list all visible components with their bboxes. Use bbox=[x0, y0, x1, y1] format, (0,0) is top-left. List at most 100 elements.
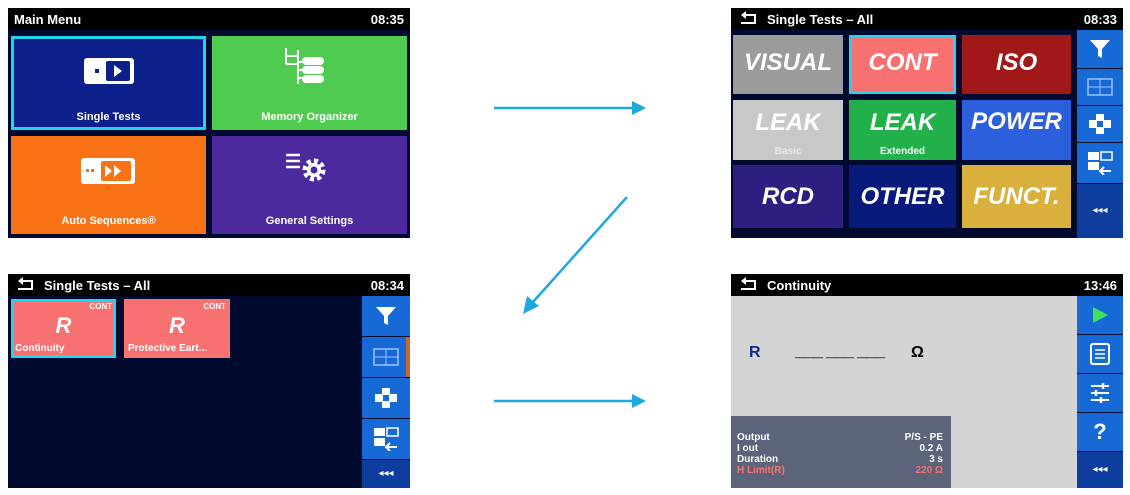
title-bar: Main Menu 08:35 bbox=[8, 8, 410, 30]
clock: 13:46 bbox=[1083, 278, 1117, 293]
tile-label: Memory Organizer bbox=[261, 111, 358, 123]
param-value: P/S - PE bbox=[904, 432, 943, 443]
test-group-iso[interactable]: ISO bbox=[962, 35, 1071, 94]
single-test-icon bbox=[84, 58, 134, 84]
navigate-button[interactable] bbox=[362, 378, 410, 419]
test-tag: CONT bbox=[89, 302, 112, 311]
result-value: ___ ___ ___ bbox=[795, 340, 885, 360]
clock: 08:34 bbox=[370, 278, 404, 293]
test-name: Protective Eart... bbox=[128, 343, 207, 354]
tile-label: Single Tests bbox=[76, 111, 141, 123]
settings-icon bbox=[286, 153, 326, 182]
parameters-panel[interactable]: Output P/S - PE I out 0.2 A Duration 3 s H … bbox=[731, 416, 951, 488]
tile-label: General Settings bbox=[265, 215, 354, 227]
swap-view-button[interactable] bbox=[1077, 143, 1123, 184]
tile-label: Auto Sequences® bbox=[61, 215, 156, 227]
tile-label: RCD bbox=[762, 183, 814, 210]
result-label: R bbox=[749, 344, 761, 361]
page-title: Main Menu bbox=[14, 12, 82, 27]
test-group-other[interactable]: OTHER bbox=[849, 165, 956, 228]
test-tag: CONT bbox=[203, 302, 226, 311]
title-bar: Single Tests – All 08:34 bbox=[8, 274, 410, 296]
tile-label: LEAK bbox=[755, 109, 821, 136]
sidebar: ? ◂◂◂ bbox=[1077, 296, 1123, 488]
clock: 08:33 bbox=[1083, 12, 1117, 27]
back-arrow-icon[interactable] bbox=[16, 276, 36, 292]
filter-button[interactable] bbox=[1077, 30, 1123, 69]
param-key: Duration bbox=[737, 454, 779, 465]
param-key: H Limit(R) bbox=[737, 465, 785, 476]
continuity-test-tile[interactable]: CONT R Continuity bbox=[11, 299, 116, 358]
tile-label: CONT bbox=[868, 49, 937, 76]
main-menu-screen: Main Menu 08:35 Single Tests Memory Orga… bbox=[8, 8, 410, 238]
param-iout: I out 0.2 A bbox=[737, 443, 943, 454]
grid-view-icon bbox=[1087, 78, 1113, 96]
more-icon: ◂◂◂ bbox=[1092, 205, 1108, 216]
filter-icon bbox=[376, 307, 396, 325]
clock: 08:35 bbox=[370, 12, 404, 27]
param-value: 220 Ω bbox=[915, 465, 943, 476]
tile-label: LEAK bbox=[869, 109, 936, 136]
auto-sequence-icon bbox=[81, 158, 135, 184]
help-button[interactable]: ? bbox=[1077, 413, 1123, 452]
grid-view-icon bbox=[373, 348, 399, 366]
cont-tests-screen: Single Tests – All 08:34 CONT R Continui… bbox=[8, 274, 410, 488]
test-group-funct[interactable]: FUNCT. bbox=[962, 165, 1071, 228]
navigation-icon bbox=[1089, 114, 1111, 134]
test-symbol: R bbox=[169, 313, 185, 338]
protective-earth-test-tile[interactable]: CONT R Protective Eart... bbox=[124, 299, 230, 358]
test-group-leak-basic[interactable]: LEAK Basic bbox=[733, 100, 843, 160]
param-key: Output bbox=[737, 432, 770, 443]
view-toggle-button[interactable] bbox=[362, 337, 410, 378]
memory-organizer-icon bbox=[285, 48, 324, 84]
more-button[interactable]: ◂◂◂ bbox=[1077, 452, 1123, 488]
single-tests-tile[interactable]: Single Tests bbox=[11, 36, 206, 130]
continuity-screen: Continuity 13:46 R ___ ___ ___ Ω Output P… bbox=[731, 274, 1123, 488]
more-button[interactable]: ◂◂◂ bbox=[1077, 184, 1123, 238]
test-group-rcd[interactable]: RCD bbox=[733, 165, 843, 228]
tile-sublabel: Extended bbox=[879, 146, 925, 157]
flow-arrow-right-top bbox=[494, 101, 646, 115]
more-icon: ◂◂◂ bbox=[378, 468, 394, 479]
param-key: I out bbox=[737, 443, 759, 454]
navigate-button[interactable] bbox=[1077, 106, 1123, 143]
test-name: Continuity bbox=[15, 343, 65, 354]
start-button[interactable] bbox=[1077, 296, 1123, 335]
help-icon: ? bbox=[1093, 419, 1107, 444]
tile-sublabel: Basic bbox=[774, 146, 802, 157]
title-bar: Continuity 13:46 bbox=[731, 274, 1123, 296]
back-arrow-icon[interactable] bbox=[739, 276, 759, 292]
parameters-button[interactable] bbox=[1077, 374, 1123, 413]
tile-label: FUNCT. bbox=[973, 183, 1060, 210]
filter-button[interactable] bbox=[362, 296, 410, 337]
navigation-icon bbox=[375, 388, 397, 408]
test-group-visual[interactable]: VISUAL bbox=[733, 35, 843, 94]
test-symbol: R bbox=[55, 313, 72, 338]
back-arrow-icon[interactable] bbox=[739, 10, 759, 26]
memory-organizer-tile[interactable]: Memory Organizer bbox=[212, 36, 407, 130]
title-bar: Single Tests – All 08:33 bbox=[731, 8, 1123, 30]
test-group-leak-extended[interactable]: LEAK Extended bbox=[849, 100, 956, 160]
flow-arrow-right-bottom bbox=[494, 394, 646, 408]
test-group-power[interactable]: POWER bbox=[962, 100, 1071, 160]
tile-label: OTHER bbox=[860, 183, 945, 210]
view-toggle-button[interactable] bbox=[1077, 69, 1123, 106]
general-settings-tile[interactable]: General Settings bbox=[212, 136, 407, 234]
tile-label: VISUAL bbox=[743, 49, 832, 76]
play-icon bbox=[1093, 307, 1108, 323]
more-button[interactable]: ◂◂◂ bbox=[362, 460, 410, 488]
more-icon: ◂◂◂ bbox=[1092, 464, 1108, 475]
results-list-button[interactable] bbox=[1077, 335, 1123, 374]
sidebar: ◂◂◂ bbox=[362, 296, 410, 488]
page-title: Continuity bbox=[767, 278, 832, 293]
flow-arrow-diagonal bbox=[523, 196, 628, 314]
swap-view-button[interactable] bbox=[362, 419, 410, 460]
list-icon bbox=[1090, 343, 1110, 365]
auto-sequences-tile[interactable]: Auto Sequences® bbox=[11, 136, 206, 234]
page-title: Single Tests – All bbox=[767, 12, 874, 27]
tile-label: ISO bbox=[995, 49, 1038, 76]
param-value: 0.2 A bbox=[919, 443, 943, 454]
swap-icon bbox=[374, 427, 399, 451]
param-duration: Duration 3 s bbox=[737, 454, 943, 465]
test-group-cont[interactable]: CONT bbox=[849, 35, 956, 94]
